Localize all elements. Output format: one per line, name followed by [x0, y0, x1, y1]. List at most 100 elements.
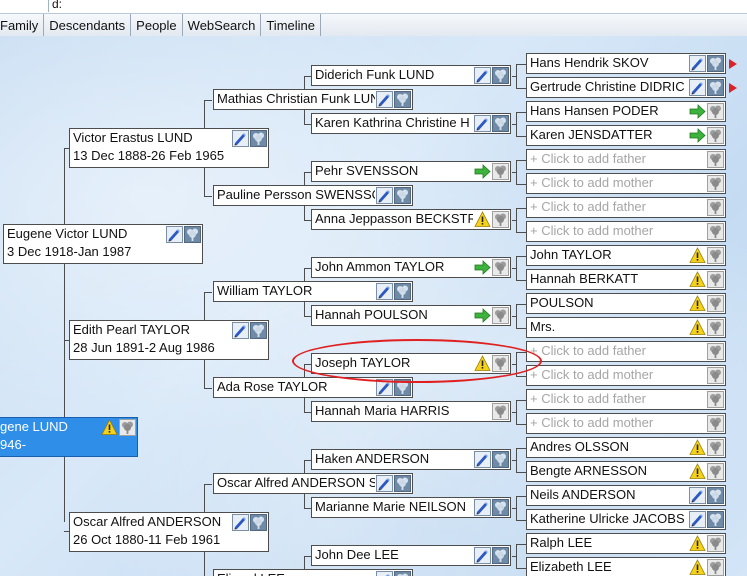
text-field[interactable]: [48, 0, 729, 12]
tree-grey-icon[interactable]: [707, 247, 724, 264]
add-mother-box[interactable]: + Click to add mother: [526, 173, 726, 194]
person-box[interactable]: gene LUND 946-: [0, 417, 138, 457]
tree-grey-icon[interactable]: [707, 559, 724, 576]
expand-arrow-icon[interactable]: [729, 83, 737, 93]
person-box[interactable]: Oscar Alfred ANDERSON S: [213, 473, 413, 494]
person-box[interactable]: Mathias Christian Funk LUND: [213, 89, 413, 110]
green-arrow-icon[interactable]: [474, 259, 491, 276]
edit-icon[interactable]: [474, 451, 491, 468]
tree-grey-icon[interactable]: [707, 175, 724, 192]
person-box[interactable]: Anna Jeppasson BECKSTR: [311, 209, 511, 230]
edit-icon[interactable]: [689, 79, 706, 96]
person-box[interactable]: Pauline Persson SWENSSON: [213, 185, 413, 206]
person-box[interactable]: Karen Kathrina Christine H: [311, 113, 511, 134]
person-box[interactable]: Eugene Victor LUND 3 Dec 1918-Jan 1987: [3, 224, 203, 264]
add-father-box[interactable]: + Click to add father: [526, 389, 726, 410]
add-mother-box[interactable]: + Click to add mother: [526, 413, 726, 434]
warning-icon[interactable]: [474, 355, 491, 372]
edit-icon[interactable]: [474, 67, 491, 84]
edit-icon[interactable]: [689, 487, 706, 504]
add-father-box[interactable]: + Click to add father: [526, 197, 726, 218]
add-mother-box[interactable]: + Click to add mother: [526, 365, 726, 386]
warning-icon[interactable]: [689, 271, 706, 288]
tree-icon[interactable]: [492, 115, 509, 132]
person-box[interactable]: John Ammon TAYLOR: [311, 257, 511, 278]
tree-icon[interactable]: [707, 55, 724, 72]
green-arrow-icon[interactable]: [474, 163, 491, 180]
person-box[interactable]: Marianne Marie NEILSON: [311, 497, 511, 518]
person-box[interactable]: Haken ANDERSON: [311, 449, 511, 470]
tree-grey-icon[interactable]: [492, 307, 509, 324]
green-arrow-icon[interactable]: [689, 103, 706, 120]
person-box[interactable]: Hans Hansen PODER: [526, 101, 726, 122]
tree-grey-icon[interactable]: [707, 127, 724, 144]
tree-grey-icon[interactable]: [707, 415, 724, 432]
tree-grey-icon[interactable]: [707, 367, 724, 384]
edit-icon[interactable]: [232, 322, 249, 339]
tree-grey-icon[interactable]: [707, 199, 724, 216]
tree-icon[interactable]: [250, 322, 267, 339]
tree-grey-icon[interactable]: [707, 463, 724, 480]
warning-icon[interactable]: [689, 535, 706, 552]
person-box[interactable]: Bengte ARNESSON: [526, 461, 726, 482]
warning-icon[interactable]: [101, 419, 118, 436]
person-box[interactable]: Hannah Maria HARRIS: [311, 401, 511, 422]
tree-grey-icon[interactable]: [707, 223, 724, 240]
tree-icon[interactable]: [394, 379, 411, 396]
tree-grey-icon[interactable]: [492, 259, 509, 276]
tree-icon[interactable]: [707, 487, 724, 504]
edit-icon[interactable]: [474, 499, 491, 516]
edit-icon[interactable]: [689, 55, 706, 72]
green-arrow-icon[interactable]: [689, 127, 706, 144]
tree-icon[interactable]: [707, 511, 724, 528]
person-box[interactable]: Mrs.: [526, 317, 726, 338]
tree-icon[interactable]: [394, 91, 411, 108]
tree-grey-icon[interactable]: [492, 163, 509, 180]
warning-icon[interactable]: [689, 463, 706, 480]
person-box[interactable]: Hans Hendrik SKOV: [526, 53, 726, 74]
edit-icon[interactable]: [376, 187, 393, 204]
tree-grey-icon[interactable]: [707, 295, 724, 312]
tree-icon[interactable]: [492, 451, 509, 468]
warning-icon[interactable]: [474, 211, 491, 228]
edit-icon[interactable]: [474, 547, 491, 564]
add-mother-box[interactable]: + Click to add mother: [526, 221, 726, 242]
tab-family[interactable]: Family: [0, 14, 45, 36]
green-arrow-icon[interactable]: [474, 307, 491, 324]
tree-icon[interactable]: [250, 130, 267, 147]
tree-icon[interactable]: [394, 475, 411, 492]
edit-icon[interactable]: [376, 475, 393, 492]
tree-icon[interactable]: [250, 514, 267, 531]
warning-icon[interactable]: [689, 439, 706, 456]
warning-icon[interactable]: [689, 319, 706, 336]
tree-icon[interactable]: [394, 283, 411, 300]
tree-grey-icon[interactable]: [707, 151, 724, 168]
add-father-box[interactable]: + Click to add father: [526, 341, 726, 362]
tab-timeline[interactable]: Timeline: [261, 14, 321, 36]
person-box[interactable]: Diderich Funk LUND: [311, 65, 511, 86]
tab-people[interactable]: People: [131, 14, 183, 36]
warning-icon[interactable]: [689, 295, 706, 312]
tree-icon[interactable]: [492, 547, 509, 564]
warning-icon[interactable]: [689, 247, 706, 264]
person-box[interactable]: POULSON: [526, 293, 726, 314]
edit-icon[interactable]: [232, 130, 249, 147]
expand-arrow-icon[interactable]: [729, 59, 737, 69]
person-box[interactable]: John Dee LEE: [311, 545, 511, 566]
edit-icon[interactable]: [166, 226, 183, 243]
person-box[interactable]: Katherine Ulricke JACOBS: [526, 509, 726, 530]
tree-icon[interactable]: [492, 67, 509, 84]
add-father-box[interactable]: + Click to add father: [526, 149, 726, 170]
tree-grey-icon[interactable]: [707, 319, 724, 336]
tree-grey-icon[interactable]: [119, 419, 136, 436]
edit-icon[interactable]: [689, 511, 706, 528]
tree-icon[interactable]: [184, 226, 201, 243]
person-box[interactable]: Pehr SVENSSON: [311, 161, 511, 182]
tree-grey-icon[interactable]: [707, 343, 724, 360]
edit-icon[interactable]: [376, 91, 393, 108]
edit-icon[interactable]: [376, 571, 393, 576]
person-box[interactable]: Victor Erastus LUND 13 Dec 1888-26 Feb 19…: [69, 128, 269, 168]
tree-grey-icon[interactable]: [707, 439, 724, 456]
person-box[interactable]: Ada Rose TAYLOR: [213, 377, 413, 398]
tree-grey-icon[interactable]: [492, 403, 509, 420]
